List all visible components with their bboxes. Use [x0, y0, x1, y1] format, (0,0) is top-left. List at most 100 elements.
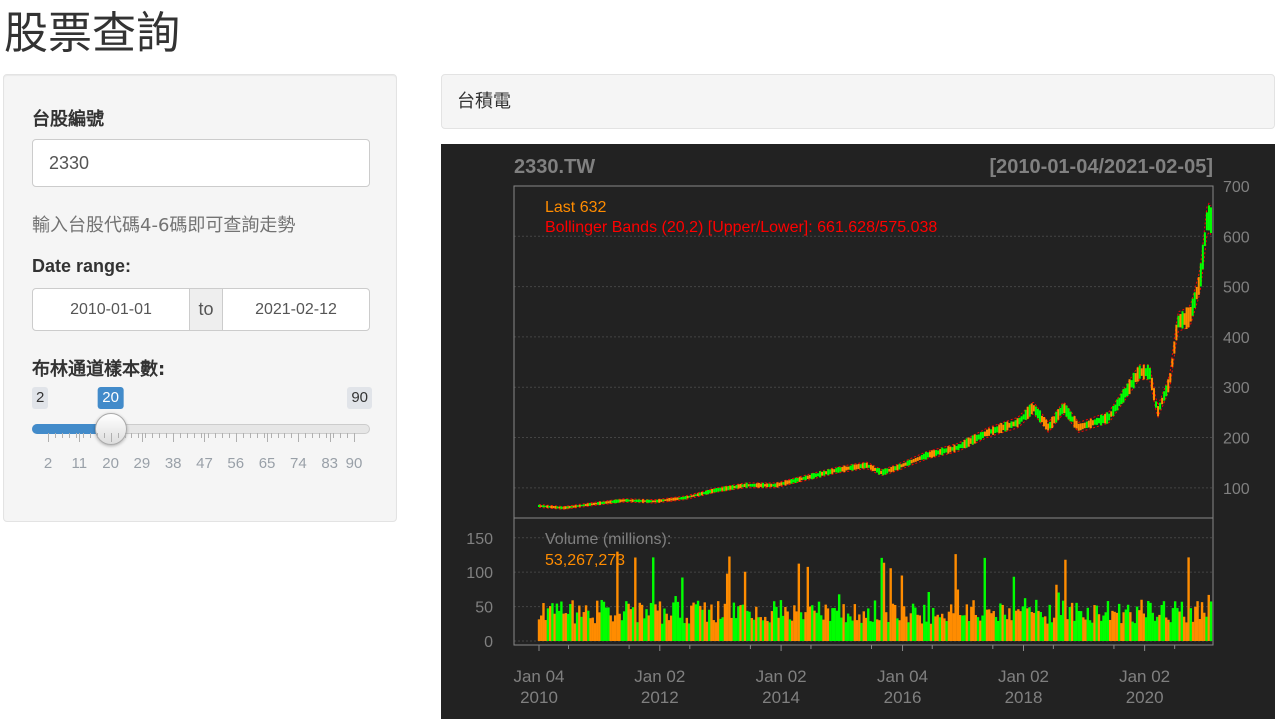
price-tick-label: 600: [1223, 229, 1250, 246]
price-tick-label: 200: [1223, 431, 1250, 448]
x-tick-label-year: 2020: [1126, 688, 1164, 707]
slider-minor-tick: [68, 433, 70, 438]
last-price-label: Last 632: [545, 199, 606, 216]
bbands-label: Bollinger Bands (20,2) [Upper/Lower]: 66…: [545, 219, 937, 236]
slider-minor-tick: [347, 433, 349, 438]
price-tick-label: 400: [1223, 330, 1250, 347]
x-tick-label-month: Jan 02: [634, 667, 685, 686]
slider-minor-tick: [145, 433, 147, 438]
slider-tick-label: 74: [290, 455, 307, 472]
date-range-input: 2010-01-01 to 2021-02-12: [32, 288, 370, 331]
slider-major-tick: [79, 433, 81, 442]
slider-minor-tick: [75, 433, 77, 438]
slider-tick-label: 90: [345, 455, 363, 472]
bbands-sample-slider[interactable]: 2 90 20 2 11 20 29 38 47 56 65 74 83 90: [32, 387, 372, 477]
stock-code-label: 台股編號: [32, 109, 104, 130]
slider-major-tick: [267, 433, 269, 442]
slider-major-tick: [354, 433, 355, 442]
date-end-input[interactable]: 2021-02-12: [222, 288, 370, 331]
slider-minor-tick: [152, 433, 154, 438]
slider-minor-tick: [89, 433, 91, 438]
slider-minor-tick: [340, 433, 342, 438]
slider-tick-label: 38: [164, 455, 182, 472]
slider-tick-label: 47: [196, 455, 213, 472]
slider-major-tick: [48, 433, 49, 442]
stock-chart-svg: 2330.TW [2010-01-04/2021-02-05] 100 200 300 4…: [466, 156, 1250, 707]
volume-tick-label: 100: [466, 565, 493, 582]
slider-major-tick: [298, 433, 300, 442]
slider-minor-tick: [180, 433, 182, 438]
slider-minor-tick: [138, 433, 140, 438]
slider-tick-label: 65: [258, 455, 276, 472]
slider-minor-tick: [207, 433, 209, 438]
stock-code-help-text: 輸入台股代碼4-6碼即可查詢走勢: [32, 215, 296, 236]
x-tick-label-year: 2016: [884, 688, 922, 707]
price-tick-label: 100: [1223, 481, 1250, 498]
x-tick-label-month: Jan 04: [877, 667, 928, 686]
slider-minor-tick: [194, 433, 196, 438]
x-tick-label-year: 2010: [520, 688, 558, 707]
slider-minor-tick: [159, 433, 161, 438]
slider-minor-tick: [277, 433, 279, 438]
slider-tick-label: 56: [227, 455, 245, 472]
chart-title: 2330.TW: [514, 156, 595, 178]
date-range-label: Date range:: [32, 256, 132, 276]
page-title: 股票查詢: [4, 8, 180, 59]
sidebar-panel: 台股編號 2330 輸入台股代碼4-6碼即可查詢走勢 Date range: 2…: [3, 74, 397, 522]
price-tick-label: 300: [1223, 380, 1250, 397]
slider-tick-label: 29: [133, 455, 151, 472]
x-tick-label-year: 2018: [1005, 688, 1043, 707]
x-tick-label-year: 2012: [641, 688, 679, 707]
slider-minor-tick: [270, 433, 272, 438]
slider-minor-tick: [124, 433, 126, 438]
slider-minor-tick: [201, 433, 202, 438]
slider-minor-tick: [61, 433, 63, 438]
slider-minor-tick: [291, 433, 293, 438]
slider-major-tick: [173, 433, 175, 442]
x-tick-label-month: Jan 02: [1119, 667, 1170, 686]
slider-minor-tick: [221, 433, 223, 438]
slider-major-tick: [110, 433, 112, 442]
slider-minor-tick: [117, 433, 119, 438]
volume-tick-label: 150: [466, 531, 493, 548]
slider-min-label: 2: [32, 387, 49, 409]
slider-minor-tick: [103, 433, 105, 438]
slider-minor-tick: [284, 433, 286, 438]
volume-tick-label: 50: [475, 600, 493, 617]
slider-major-tick: [235, 433, 237, 442]
slider-minor-tick: [228, 433, 230, 438]
slider-minor-tick: [187, 433, 189, 438]
slider-minor-tick: [326, 433, 328, 438]
stock-code-input[interactable]: 2330: [32, 139, 370, 187]
slider-grid: 2 11 20 29 38 47 56 65 74 83 90: [32, 433, 372, 473]
slider-tick-label: 20: [102, 455, 119, 472]
bbands-sample-label: 布林通道樣本數:: [32, 359, 166, 380]
bbands-upper-line: [538, 202, 1212, 508]
volume-last-label: 53,267,273: [545, 552, 625, 569]
slider-major-tick: [204, 433, 206, 442]
stock-name-output: 台積電: [441, 74, 1275, 129]
price-tick-label: 500: [1223, 280, 1250, 297]
slider-minor-tick: [312, 433, 314, 438]
slider-major-tick: [329, 433, 331, 442]
slider-tick-label: 2: [43, 455, 53, 472]
slider-major-tick: [141, 433, 143, 442]
x-tick-label-year: 2014: [762, 688, 800, 707]
x-tick-label-month: Jan 02: [756, 667, 807, 686]
date-start-input[interactable]: 2010-01-01: [32, 288, 190, 331]
stock-chart: 2330.TW [2010-01-04/2021-02-05] 100 200 300 4…: [441, 144, 1275, 719]
slider-minor-tick: [305, 433, 307, 438]
slider-minor-tick: [242, 433, 244, 438]
slider-minor-tick: [263, 433, 265, 438]
slider-minor-tick: [249, 433, 251, 438]
volume-label: Volume (millions):: [545, 531, 671, 548]
slider-minor-tick: [166, 433, 168, 438]
slider-max-label: 90: [347, 387, 372, 409]
slider-minor-tick: [131, 433, 133, 438]
x-tick-label-month: Jan 02: [998, 667, 1049, 686]
slider-tick-label: 11: [71, 455, 88, 472]
price-tick-label: 700: [1223, 179, 1250, 196]
date-range-separator: to: [190, 288, 222, 331]
slider-minor-tick: [333, 433, 335, 438]
x-tick-label-month: Jan 04: [513, 667, 564, 686]
